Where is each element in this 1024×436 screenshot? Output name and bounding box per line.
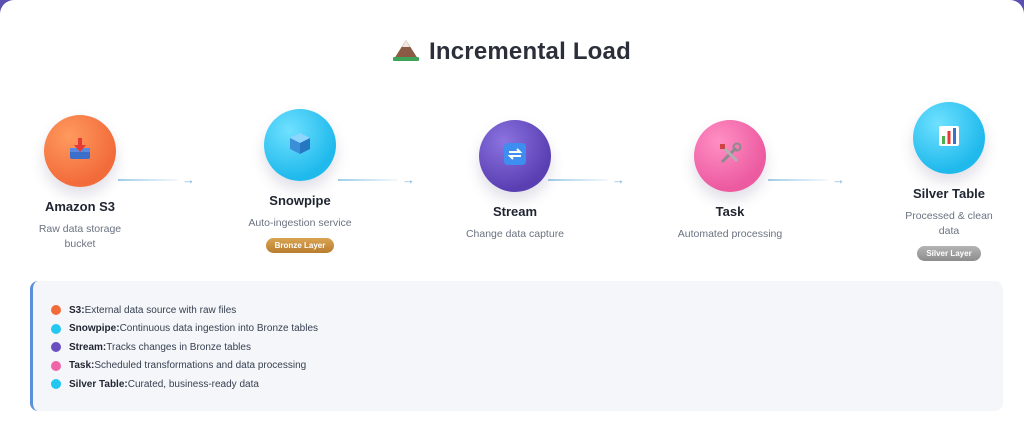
step-circle	[479, 120, 551, 192]
step-description: Raw data storage bucket	[38, 223, 122, 250]
legend-dot	[51, 379, 61, 390]
inbox-download-icon	[67, 136, 93, 167]
step-name: Task	[715, 204, 745, 219]
legend-label: Stream:	[69, 341, 107, 353]
step-snowpipe: Snowpipe Auto-ingestion service Bronze L…	[220, 109, 380, 253]
legend-label: Snowpipe:	[69, 323, 120, 335]
legend-text: Curated, business-ready data	[127, 378, 259, 390]
legend-dot	[51, 305, 61, 316]
legend-item: Stream: Tracks changes in Bronze tables	[51, 338, 1003, 357]
arrow-icon: →	[612, 172, 625, 187]
legend-item: Task: Scheduled transformations and data…	[51, 357, 1003, 376]
step-task: Task Automated processing	[650, 120, 810, 242]
step-circle	[694, 120, 766, 192]
step-description: Change data capture	[465, 228, 565, 240]
legend-label: Task:	[69, 360, 95, 372]
step-name: Silver Table	[912, 186, 985, 201]
tools-icon	[717, 141, 743, 172]
step-silver-table: Silver Table Processed & clean data Silv…	[869, 102, 1024, 261]
step-description: Auto-ingestion service	[248, 217, 352, 229]
legend-label: Silver Table:	[69, 378, 128, 390]
legend-list: S3: External data source with raw files …	[33, 281, 1003, 394]
legend-dot	[51, 360, 61, 371]
step-name: Amazon S3	[44, 199, 116, 214]
diagram-card: Incremental Load → → → → Amazon S3 Raw d…	[0, 0, 1024, 436]
legend-panel: S3: External data source with raw files …	[30, 281, 1003, 411]
bar-chart-icon	[936, 123, 962, 154]
step-name: Stream	[492, 204, 538, 219]
step-amazon-s3: Amazon S3 Raw data storage bucket	[0, 115, 160, 252]
step-circle	[913, 102, 985, 174]
legend-item: Silver Table: Curated, business-ready da…	[51, 375, 1003, 394]
legend-text: Tracks changes in Bronze tables	[106, 341, 251, 353]
arrow-icon: →	[182, 172, 195, 187]
step-circle	[44, 115, 116, 187]
step-circle	[264, 109, 336, 181]
legend-text: Scheduled transformations and data proce…	[94, 360, 307, 372]
page-title: Incremental Load	[0, 38, 1024, 69]
sync-arrows-icon	[502, 141, 528, 172]
legend-item: Snowpipe: Continuous data ingestion into…	[51, 320, 1003, 339]
legend-text: External data source with raw files	[84, 304, 237, 316]
silver-layer-badge: Silver Layer	[917, 246, 981, 261]
step-description: Automated processing	[677, 228, 783, 240]
title-text: Incremental Load	[429, 38, 631, 65]
step-name: Snowpipe	[269, 193, 331, 208]
arrow-icon: →	[402, 172, 415, 187]
legend-dot	[51, 323, 61, 334]
legend-dot	[51, 342, 61, 353]
legend-label: S3:	[69, 304, 85, 316]
legend-item: S3: External data source with raw files	[51, 301, 1003, 320]
cube-icon	[287, 130, 313, 161]
legend-text: Continuous data ingestion into Bronze ta…	[119, 323, 319, 335]
arrow-icon: →	[832, 172, 845, 187]
mountain-icon	[393, 38, 420, 69]
bronze-layer-badge: Bronze Layer	[265, 238, 335, 253]
step-description: Processed & clean data	[905, 210, 993, 237]
step-stream: Stream Change data capture	[435, 120, 595, 242]
